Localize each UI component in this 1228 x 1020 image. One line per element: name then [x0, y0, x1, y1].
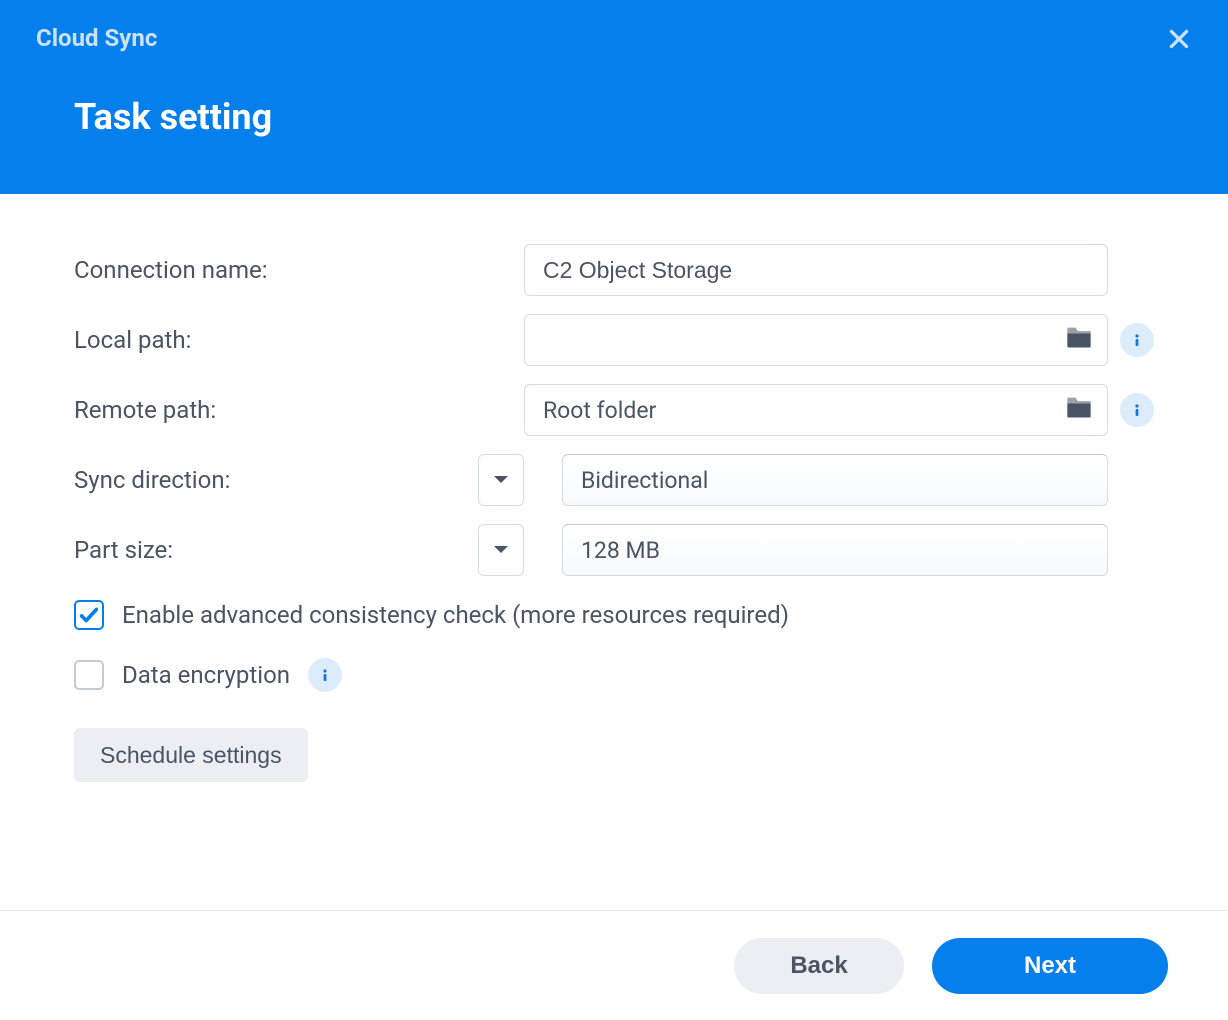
part-size-dropdown-toggle[interactable]	[478, 524, 524, 576]
dialog-content: Connection name: Local path: Remote path…	[0, 194, 1228, 802]
row-remote-path: Remote path: Root folder	[74, 384, 1154, 436]
row-local-path: Local path:	[74, 314, 1154, 366]
part-size-label: Part size:	[74, 536, 434, 564]
row-connection-name: Connection name:	[74, 244, 1154, 296]
dialog-footer: Back Next	[0, 910, 1228, 1020]
remote-path-value: Root folder	[543, 397, 1065, 424]
info-icon	[1129, 332, 1145, 348]
folder-icon	[1065, 395, 1093, 425]
local-path-picker[interactable]	[524, 314, 1108, 366]
encryption-info[interactable]	[308, 658, 342, 692]
next-button[interactable]: Next	[932, 938, 1168, 994]
part-size-value[interactable]: 128 MB	[562, 524, 1108, 576]
local-path-label: Local path:	[74, 326, 434, 354]
sync-direction-dropdown-toggle[interactable]	[478, 454, 524, 506]
row-data-encryption: Data encryption	[74, 658, 1154, 692]
consistency-checkbox[interactable]	[74, 600, 104, 630]
app-title: Cloud Sync	[36, 24, 1192, 52]
check-icon	[78, 604, 100, 626]
encryption-checkbox[interactable]	[74, 660, 104, 690]
connection-name-input[interactable]	[524, 244, 1108, 296]
remote-path-info[interactable]	[1120, 393, 1154, 427]
remote-path-picker[interactable]: Root folder	[524, 384, 1108, 436]
back-button[interactable]: Back	[734, 938, 904, 994]
sync-direction-label: Sync direction:	[74, 466, 434, 494]
remote-path-label: Remote path:	[74, 396, 434, 424]
row-part-size: Part size: 128 MB	[74, 524, 1154, 576]
encryption-label: Data encryption	[122, 661, 290, 689]
close-button[interactable]	[1166, 26, 1192, 52]
schedule-settings-button[interactable]: Schedule settings	[74, 728, 308, 782]
chevron-down-icon	[493, 545, 509, 555]
row-sync-direction: Sync direction: Bidirectional	[74, 454, 1154, 506]
info-icon	[317, 667, 333, 683]
info-icon	[1129, 402, 1145, 418]
page-title: Task setting	[74, 96, 1192, 138]
consistency-label: Enable advanced consistency check (more …	[122, 601, 789, 629]
close-icon	[1166, 26, 1192, 52]
dialog-header: Cloud Sync Task setting	[0, 0, 1228, 194]
chevron-down-icon	[493, 475, 509, 485]
local-path-info[interactable]	[1120, 323, 1154, 357]
sync-direction-value[interactable]: Bidirectional	[562, 454, 1108, 506]
row-consistency-check: Enable advanced consistency check (more …	[74, 600, 1154, 630]
folder-icon	[1065, 325, 1093, 355]
connection-name-label: Connection name:	[74, 256, 434, 284]
